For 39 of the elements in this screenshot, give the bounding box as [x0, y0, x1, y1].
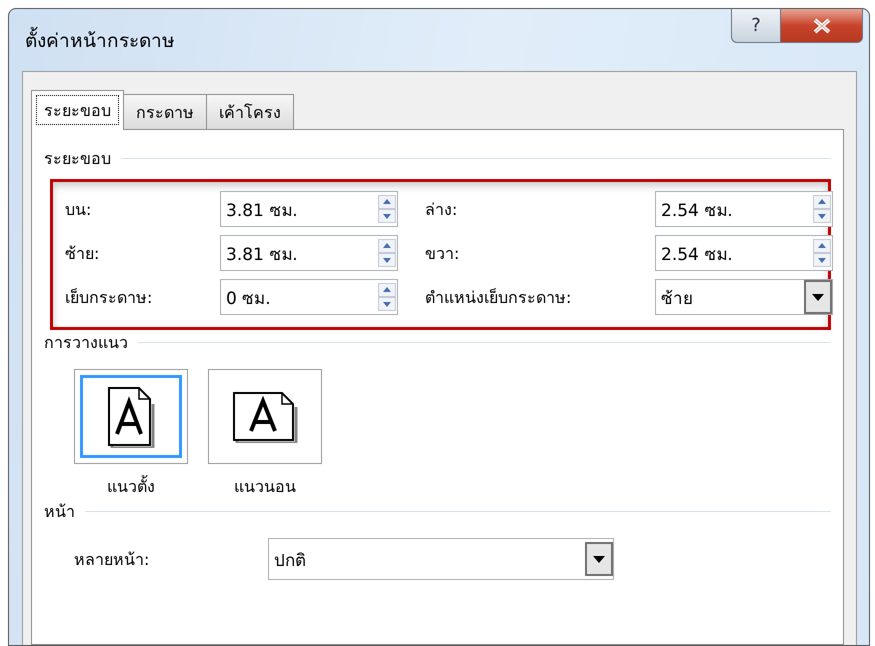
field-label: หลายหน้า:: [74, 548, 150, 570]
tab[interactable]: กระดาษ: [123, 94, 207, 129]
dropdown[interactable]: ปกติ: [268, 538, 614, 580]
spin-field[interactable]: 0 ซม.: [220, 279, 398, 315]
field-label: ล่าง:: [425, 198, 458, 220]
spin-field[interactable]: 2.54 ซม.: [655, 235, 833, 271]
field-label: เย็บกระดาษ:: [65, 286, 154, 308]
spin-down-icon[interactable]: [813, 253, 831, 267]
field-label: ขวา:: [425, 242, 460, 264]
spin-up-icon[interactable]: [378, 283, 396, 297]
orientation-label: แนวตั้ง: [107, 474, 155, 498]
window-title: ตั้งค่าหน้ากระดาษ: [25, 25, 175, 55]
dropdown[interactable]: ซ้าย: [655, 279, 833, 315]
section-heading: การวางแนว: [44, 332, 128, 354]
section-heading: หน้า: [44, 501, 75, 523]
spin-up-icon[interactable]: [813, 195, 831, 209]
orientation-button[interactable]: [208, 369, 322, 464]
orientation-label: แนวนอน: [234, 476, 296, 498]
landscape-page-icon: [232, 390, 298, 442]
spin-field[interactable]: 3.81 ซม.: [220, 191, 398, 227]
spin-field[interactable]: 3.81 ซม.: [220, 235, 398, 271]
orientation-button[interactable]: [74, 369, 188, 464]
field-label: ซ้าย:: [65, 242, 100, 264]
tab[interactable]: ระยะขอบ: [31, 90, 124, 130]
spin-down-icon[interactable]: [378, 209, 396, 223]
spin-up-icon[interactable]: [813, 239, 831, 253]
field-label: ตำแหน่งเย็บกระดาษ:: [425, 286, 572, 308]
spin-up-icon[interactable]: [378, 239, 396, 253]
spin-up-icon[interactable]: [378, 195, 396, 209]
tab[interactable]: เค้าโครง: [206, 94, 294, 129]
spin-down-icon[interactable]: [378, 253, 396, 267]
close-button[interactable]: [781, 9, 863, 43]
spin-field[interactable]: 2.54 ซม.: [655, 191, 833, 227]
field-label: บน:: [65, 198, 92, 220]
section-heading: ระยะขอบ: [44, 148, 111, 170]
help-button[interactable]: ?: [731, 9, 781, 43]
spin-down-icon[interactable]: [378, 297, 396, 311]
portrait-page-icon: [107, 386, 155, 448]
spin-down-icon[interactable]: [813, 209, 831, 223]
